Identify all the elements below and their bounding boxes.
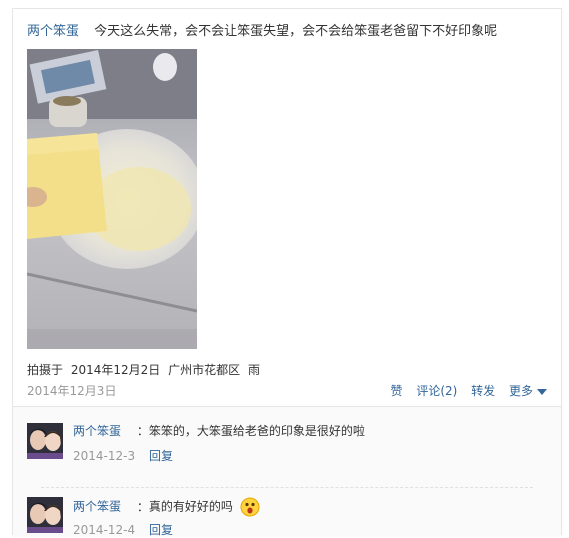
chevron-down-icon	[537, 388, 547, 395]
comment-list: 两个笨蛋 ：笨笨的，大笨蛋给老爸的印象是很好的啦 2014-12-3 回复 两个…	[13, 406, 561, 537]
comment-author-link[interactable]: 两个笨蛋	[73, 500, 121, 514]
avatar[interactable]	[27, 497, 63, 533]
comment-separator: ：	[136, 424, 149, 438]
comment-footer: 2014-12-3 回复	[73, 447, 173, 464]
like-button[interactable]: 赞	[390, 384, 402, 398]
photo-meta: 拍摄于 2014年12月2日 广州市花都区 雨	[27, 361, 264, 378]
share-button[interactable]: 转发	[471, 384, 495, 398]
post-header: 两个笨蛋 今天这么失常，会不会让笨蛋失望，会不会给笨蛋老爸留下不好印象呢	[27, 20, 497, 39]
avatar[interactable]	[27, 423, 63, 459]
photo-image	[27, 49, 197, 349]
comment-button[interactable]: 评论(2)	[416, 384, 457, 398]
post-date: 2014年12月3日	[27, 384, 117, 398]
photo-meta-location: 广州市花都区	[168, 363, 241, 377]
avatar-image	[27, 497, 63, 533]
photo-meta-prefix: 拍摄于	[27, 363, 64, 377]
comment-separator: ：	[136, 499, 149, 514]
comment-text: 真的有好好的吗	[148, 499, 233, 514]
post-actions: 赞 评论(2) 转发 更多	[380, 382, 547, 399]
post-card: 两个笨蛋 今天这么失常，会不会让笨蛋失望，会不会给笨蛋老爸留下不好印象呢 拍摄于…	[12, 8, 562, 537]
more-label: 更多	[508, 384, 533, 398]
comment-body: 两个笨蛋 ：笨笨的，大笨蛋给老爸的印象是很好的啦	[73, 423, 365, 439]
photo-meta-weather: 雨	[247, 363, 260, 377]
post-text: 今天这么失常，会不会让笨蛋失望，会不会给笨蛋老爸留下不好印象呢	[94, 24, 498, 39]
surprised-face-icon	[240, 497, 260, 517]
comment-body: 两个笨蛋 ：真的有好好的吗	[73, 497, 260, 517]
avatar-image	[27, 423, 63, 459]
reply-button[interactable]: 回复	[149, 449, 173, 463]
photo-meta-date: 2014年12月2日	[70, 363, 161, 377]
comment-author-link[interactable]: 两个笨蛋	[73, 424, 121, 438]
post-author-link[interactable]: 两个笨蛋	[27, 24, 79, 39]
more-button[interactable]: 更多	[509, 384, 547, 398]
comment-date: 2014-12-3	[73, 449, 136, 463]
comment-divider	[41, 487, 533, 488]
comment-text: 笨笨的，大笨蛋给老爸的印象是很好的啦	[148, 424, 365, 438]
post-photo[interactable]	[27, 49, 197, 349]
comment-footer: 2014-12-4 回复	[73, 521, 173, 538]
